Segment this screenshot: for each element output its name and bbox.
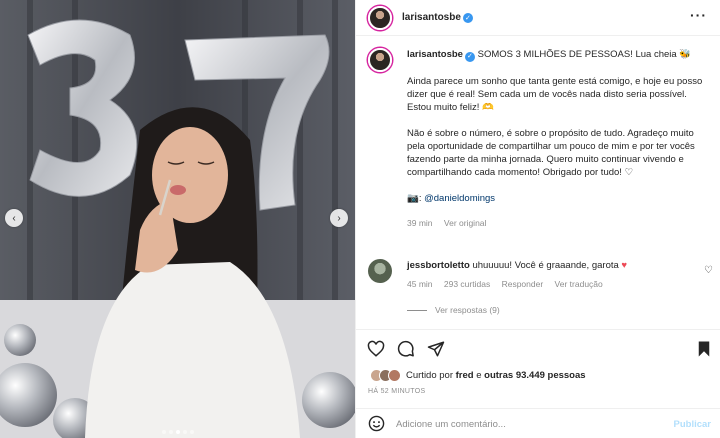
likes-others[interactable]: outras 93.449 pessoas: [484, 370, 585, 381]
carousel-dot: [189, 430, 194, 434]
caption-credit: 📷: @danieldomings: [407, 192, 496, 204]
caption-paragraph: Ainda parece um sonho que tanta gente es…: [407, 75, 703, 113]
comment-text: uhuuuuu! Você é graaande, garota: [472, 260, 619, 271]
comment-likes[interactable]: 293 curtidas: [444, 279, 490, 289]
post-timestamp: HÁ 52 MINUTOS: [368, 388, 426, 395]
see-original-link[interactable]: Ver original: [444, 218, 487, 228]
add-comment-bar: Publicar: [356, 408, 720, 438]
carousel-dots: [0, 430, 355, 434]
bee-icon: 🐝: [679, 49, 692, 60]
view-replies-label: Ver respostas (9): [435, 305, 500, 315]
avatar[interactable]: [368, 259, 392, 283]
share-icon[interactable]: [426, 339, 446, 359]
more-icon[interactable]: ···: [690, 7, 707, 23]
view-replies[interactable]: Ver respostas (9): [407, 305, 500, 315]
bookmark-icon[interactable]: [694, 339, 714, 359]
post-side-panel: larisantosbe ✓ ··· larisantosbe ✓ SOMOS 3…: [355, 0, 720, 438]
comment: jessbortoletto uhuuuuu! Você é graaande,…: [368, 259, 713, 291]
avatar: [388, 369, 401, 382]
comment-username[interactable]: jessbortoletto: [407, 260, 470, 271]
comment-time: 45 min: [407, 279, 433, 289]
carousel-dot: [182, 430, 187, 434]
caption-headline: SOMOS 3 MILHÕES DE PESSOAS! Lua cheia: [477, 49, 677, 60]
avatar[interactable]: [368, 5, 392, 30]
comment-input[interactable]: [396, 415, 656, 433]
carousel-dot: [161, 430, 166, 434]
post-header: larisantosbe ✓ ···: [356, 0, 720, 36]
avatar[interactable]: [368, 48, 392, 72]
credit-link[interactable]: @danieldomings: [424, 193, 495, 204]
carousel-dot: [168, 430, 173, 434]
verified-icon: ✓: [462, 12, 473, 23]
emoji-icon[interactable]: [368, 415, 385, 432]
verified-icon: ✓: [464, 51, 475, 62]
likes-prefix: Curtido por: [406, 370, 456, 381]
reply-button[interactable]: Responder: [502, 279, 544, 289]
photo-illustration: [0, 0, 355, 438]
caption-meta: 39 min Ver original: [407, 217, 713, 230]
comment-icon[interactable]: [396, 339, 416, 359]
likes-summary[interactable]: Curtido por fred e outras 93.449 pessoas: [370, 369, 586, 382]
heart-icon[interactable]: [366, 339, 386, 359]
carousel-dot-active: [175, 430, 180, 434]
publish-button[interactable]: Publicar: [674, 419, 712, 430]
action-bar: [356, 329, 720, 369]
caption-time: 39 min: [407, 217, 433, 228]
heart-icon[interactable]: ♡: [704, 265, 713, 276]
likes-mid: e: [473, 370, 485, 381]
author-username[interactable]: larisantosbe: [402, 12, 461, 23]
comment-meta: 45 min 293 curtidas Responder Ver traduç…: [407, 278, 713, 291]
caption-paragraph: Não é sobre o número, é sobre o propósit…: [407, 127, 695, 178]
chevron-right-icon[interactable]: ›: [330, 209, 348, 227]
translate-link[interactable]: Ver tradução: [555, 279, 603, 289]
caption-username[interactable]: larisantosbe: [407, 49, 463, 60]
likes-text: Curtido por fred e outras 93.449 pessoas: [406, 370, 586, 381]
heart-icon: ♥: [621, 260, 628, 271]
likes-user[interactable]: fred: [456, 370, 474, 381]
caption: larisantosbe ✓ SOMOS 3 MILHÕES DE PESSOAS…: [368, 48, 713, 230]
post-photo[interactable]: ‹ ›: [0, 0, 355, 438]
camera-icon: 📷: [407, 192, 419, 204]
chevron-left-icon[interactable]: ‹: [5, 209, 23, 227]
